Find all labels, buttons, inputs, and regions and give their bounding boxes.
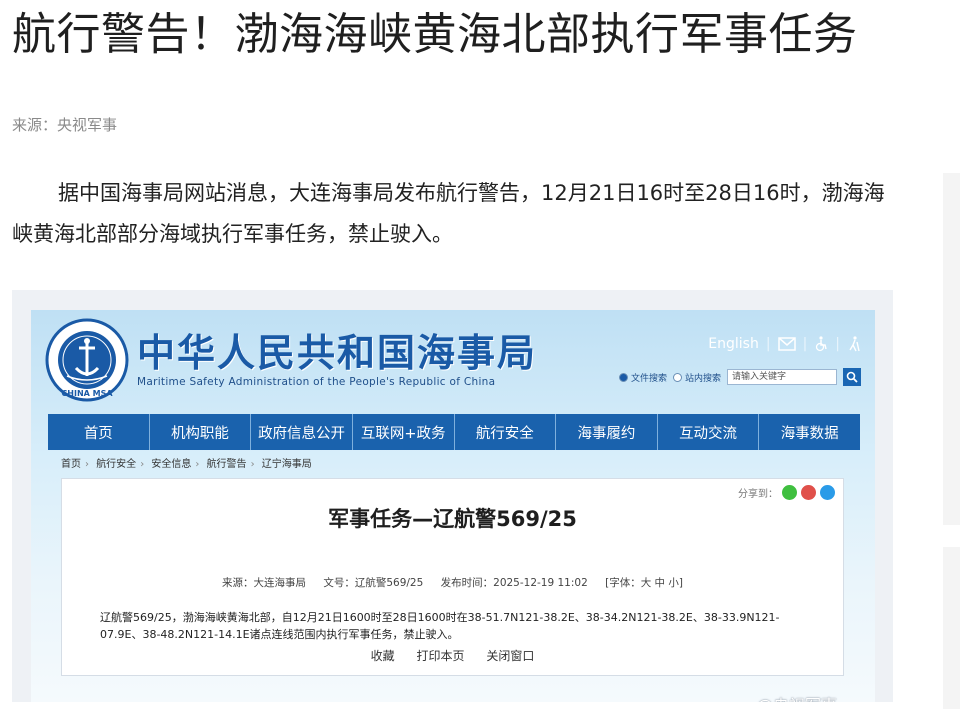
search-option-file[interactable]: 文件搜索 — [618, 371, 667, 384]
radio-dot-icon — [672, 372, 682, 382]
org-name-en: Maritime Safety Administration of the Pe… — [137, 376, 496, 388]
breadcrumb-item[interactable]: 安全信息 — [151, 459, 191, 470]
chevron-right-icon: › — [85, 459, 89, 470]
msa-logo-icon: CHINA MSA — [45, 318, 129, 402]
breadcrumb-item[interactable]: 辽宁海事局 — [262, 459, 312, 470]
sidebar-card — [943, 173, 960, 525]
breadcrumb-item[interactable]: 首页 — [61, 459, 81, 470]
main-nav: 首页 机构职能 政府信息公开 互联网+政务 航行安全 海事履约 互动交流 海事数… — [48, 414, 860, 450]
article-title: 航行警告！渤海海峡黄海北部执行军事任务 — [12, 9, 858, 60]
chevron-right-icon: › — [250, 459, 255, 470]
org-name-cn: 中华人民共和国海事局 — [137, 331, 538, 375]
close-window-link[interactable]: 关闭窗口 — [486, 649, 534, 663]
elder-icon[interactable] — [847, 336, 861, 352]
doc-body: 辽航警569/25，渤海海峡黄海北部，自12月21日1600时至28日1600时… — [100, 611, 780, 641]
article-paragraph: 据中国海事局网站消息，大连海事局发布航行警告，12月21日16时至28日16时，… — [12, 181, 885, 246]
search-option-site[interactable]: 站内搜索 — [672, 371, 721, 384]
english-link[interactable]: English — [708, 336, 759, 352]
doc-meta: 来源：大连海事局 文号：辽航警569/25 发布时间：2025-12-19 11… — [62, 575, 843, 590]
wechat-icon[interactable] — [782, 485, 797, 500]
watermark: @央视军事 — [757, 692, 837, 702]
breadcrumb: 首页 › 航行安全 › 安全信息 › 航行警告 › 辽宁海事局 — [61, 455, 312, 470]
doc-number: 文号：辽航警569/25 — [323, 577, 424, 589]
logo-text: CHINA MSA — [61, 389, 113, 398]
wheelchair-icon[interactable] — [814, 336, 828, 352]
notice-content: 分享到： 军事任务—辽航警569/25 来源：大连海事局 文号：辽航警569/2… — [61, 478, 844, 676]
font-size-switch[interactable]: [字体：大 中 小] — [605, 577, 683, 589]
embedded-screenshot: CHINA MSA 中华人民共和国海事局 Maritime Safety Adm… — [12, 290, 893, 702]
search-icon — [846, 371, 858, 383]
breadcrumb-item[interactable]: 航行警告 — [207, 459, 247, 470]
doc-source: 来源：大连海事局 — [222, 577, 306, 589]
article-source: 来源：央视军事 — [12, 116, 118, 134]
print-link[interactable]: 打印本页 — [416, 649, 464, 663]
msa-header: CHINA MSA 中华人民共和国海事局 Maritime Safety Adm… — [31, 310, 875, 414]
doc-actions: 收藏 打印本页 关闭窗口 — [62, 647, 843, 664]
top-links: English | | | — [708, 336, 861, 352]
nav-item-gov-info[interactable]: 政府信息公开 — [251, 414, 353, 450]
search-button[interactable] — [843, 368, 861, 386]
mail-icon[interactable] — [777, 337, 796, 351]
share-label: 分享到： — [738, 489, 778, 500]
radio-dot-icon — [618, 372, 628, 382]
nav-item-home[interactable]: 首页 — [48, 414, 150, 450]
nav-item-data[interactable]: 海事数据 — [759, 414, 860, 450]
nav-item-internet-gov[interactable]: 互联网+政务 — [353, 414, 455, 450]
doc-publish-time: 发布时间：2025-12-19 11:02 — [440, 577, 588, 589]
qq-icon[interactable] — [820, 485, 835, 500]
chevron-right-icon: › — [140, 459, 145, 470]
msa-webpage: CHINA MSA 中华人民共和国海事局 Maritime Safety Adm… — [31, 310, 875, 702]
sidebar-card — [943, 547, 960, 709]
nav-item-compliance[interactable]: 海事履约 — [556, 414, 658, 450]
favorite-link[interactable]: 收藏 — [371, 649, 395, 663]
share-bar: 分享到： — [738, 485, 835, 500]
search-area: 文件搜索 站内搜索 请输入关键字 — [618, 368, 861, 386]
breadcrumb-item[interactable]: 航行安全 — [96, 459, 136, 470]
nav-item-navigation-safety[interactable]: 航行安全 — [455, 414, 557, 450]
search-input[interactable]: 请输入关键字 — [727, 369, 837, 385]
nav-item-functions[interactable]: 机构职能 — [150, 414, 252, 450]
weibo-icon[interactable] — [801, 485, 816, 500]
chevron-right-icon: › — [195, 459, 200, 470]
doc-title: 军事任务—辽航警569/25 — [328, 507, 577, 531]
nav-item-interaction[interactable]: 互动交流 — [658, 414, 760, 450]
